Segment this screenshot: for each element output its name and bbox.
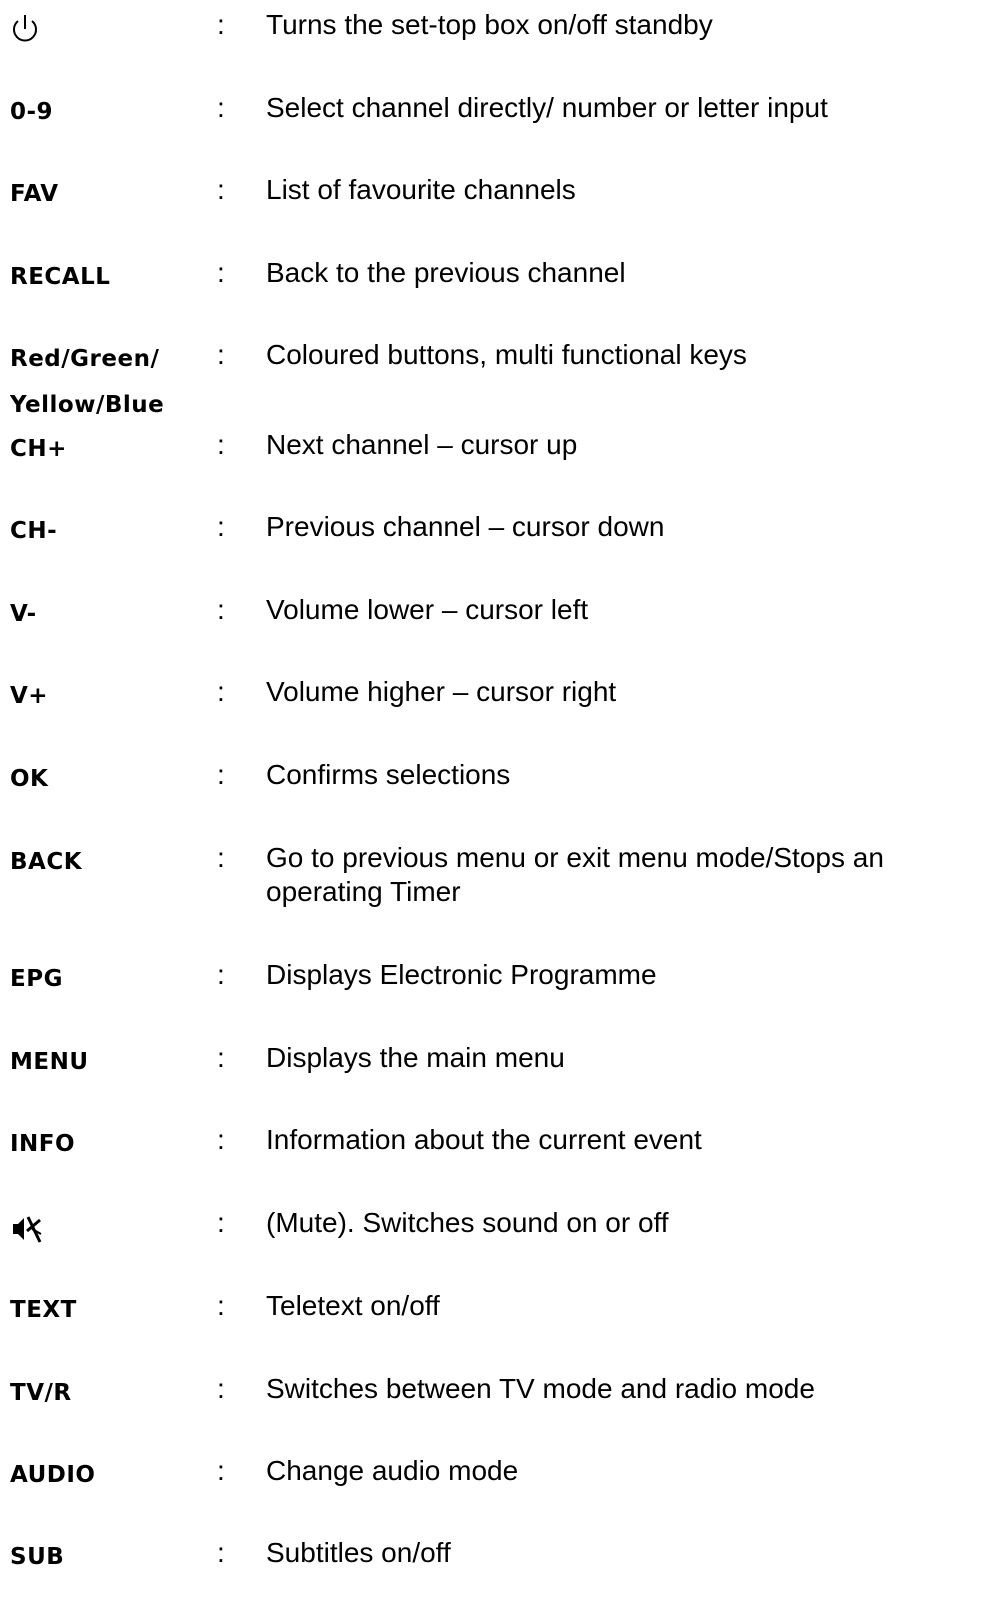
key-label: FAV [10,181,59,207]
key-description: Switches between TV mode and radio mode [266,1373,815,1404]
separator-colon: : [217,1042,225,1073]
key-description: Change audio mode [266,1455,519,1486]
key-label: TEXT [10,1297,77,1323]
key-label: EPG [10,966,63,992]
key-description: Subtitles on/off [266,1537,451,1568]
key-label: 0-9 [10,99,54,125]
key-label-line2: Yellow/Blue [10,392,165,418]
key-label: Red/Green/ [10,346,160,372]
separator-colon: : [217,339,225,370]
separator-colon: : [217,1207,225,1238]
separator-colon: : [217,9,225,40]
key-description: Information about the current event [266,1124,702,1155]
key-label: CH- [10,518,58,544]
remote-control-key-reference: { "colon": ":", "rows": [ {"key_icon": "… [0,0,984,1601]
key-label: V+ [10,683,49,709]
key-description: Coloured buttons, multi functional keys [266,339,747,370]
key-description: Back to the previous channel [266,257,626,288]
separator-colon: : [217,842,225,873]
power-icon [8,12,42,51]
key-label: SUB [10,1544,65,1570]
key-description: Displays Electronic Programme [266,959,657,990]
key-description: Confirms selections [266,759,511,790]
separator-colon: : [217,174,225,205]
separator-colon: : [217,257,225,288]
separator-colon: : [217,511,225,542]
separator-colon: : [217,676,225,707]
key-description: Volume higher – cursor right [266,676,617,707]
key-description: List of favourite channels [266,174,576,205]
separator-colon: : [217,1537,225,1568]
separator-colon: : [217,1373,225,1404]
separator-colon: : [217,594,225,625]
key-label: MENU [10,1049,89,1075]
key-description: Volume lower – cursor left [266,594,589,625]
key-description: Turns the set-top box on/off standby [266,9,713,40]
key-description: Teletext on/off [266,1290,440,1321]
key-label: CH+ [10,436,67,462]
mute-icon [10,1212,44,1251]
separator-colon: : [217,959,225,990]
key-label: RECALL [10,264,111,290]
separator-colon: : [217,759,225,790]
key-label: V- [10,601,37,627]
key-label: AUDIO [10,1462,96,1488]
separator-colon: : [217,429,225,460]
key-label: OK [10,766,49,792]
separator-colon: : [217,1455,225,1486]
separator-colon: : [217,1124,225,1155]
key-label: BACK [10,849,83,875]
key-description: Displays the main menu [266,1042,565,1073]
key-description: Next channel – cursor up [266,429,578,460]
key-description: Previous channel – cursor down [266,511,665,542]
separator-colon: : [217,92,225,123]
key-description: Select channel directly/ number or lette… [266,92,828,123]
key-label: TV/R [10,1380,72,1406]
key-description: Go to previous menu or exit menu mode/St… [266,842,884,907]
separator-colon: : [217,1290,225,1321]
key-description: (Mute). Switches sound on or off [266,1207,669,1238]
key-label: INFO [10,1131,76,1157]
